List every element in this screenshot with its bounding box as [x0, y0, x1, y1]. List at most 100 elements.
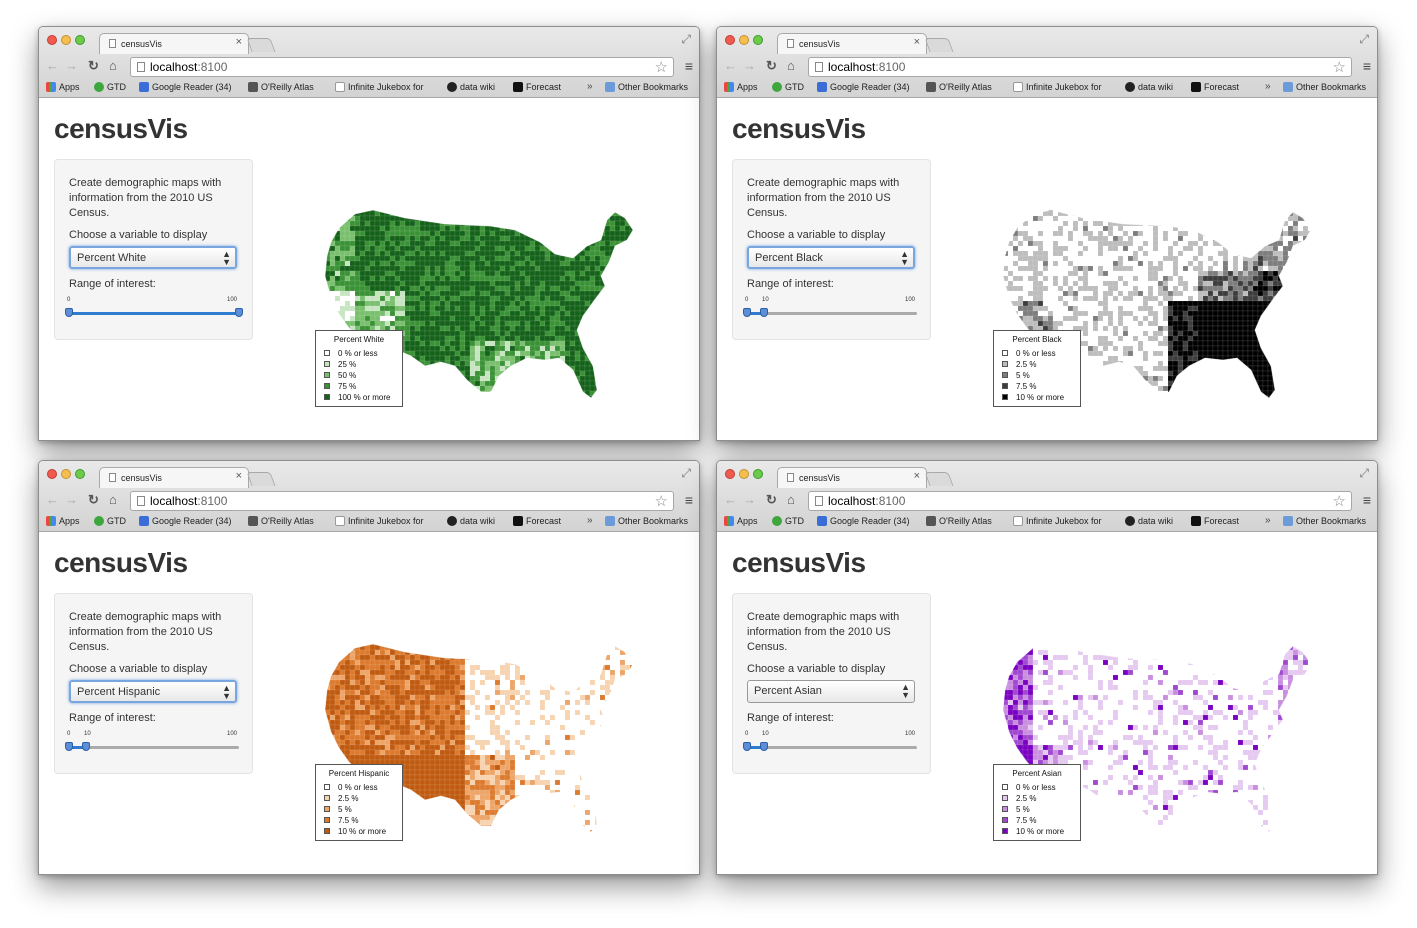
- address-url[interactable]: localhost:8100: [150, 60, 227, 74]
- county-cell: [1318, 336, 1323, 341]
- tab-close-icon[interactable]: ×: [914, 36, 920, 48]
- bookmark-apps[interactable]: Apps: [724, 82, 758, 92]
- range-slider[interactable]: 0 100: [65, 297, 243, 321]
- county-cell: [1057, 250, 1064, 257]
- minimize-window-icon[interactable]: [61, 35, 71, 45]
- bookmarks-overflow-icon[interactable]: »: [1265, 81, 1271, 92]
- browser-tab[interactable]: censusVis ×: [99, 33, 249, 54]
- close-window-icon[interactable]: [725, 35, 735, 45]
- county-cell: [1122, 370, 1129, 377]
- county-cell: [993, 291, 998, 296]
- county-cell: [1167, 290, 1174, 297]
- bookmark-oreilly-atlas[interactable]: O'Reilly Atlas: [248, 82, 314, 92]
- menu-icon[interactable]: ≡: [1363, 58, 1371, 74]
- address-bar[interactable]: localhost:8100 ☆: [808, 57, 1352, 77]
- slider-low-handle[interactable]: [743, 308, 751, 317]
- back-arrow-icon[interactable]: ←: [46, 58, 59, 74]
- forward-arrow-icon[interactable]: →: [65, 58, 78, 74]
- new-tab-button[interactable]: [924, 38, 954, 52]
- minimize-window-icon[interactable]: [739, 35, 749, 45]
- bookmark-forecast[interactable]: Forecast: [513, 82, 561, 92]
- close-window-icon[interactable]: [47, 35, 57, 45]
- back-arrow-icon[interactable]: ←: [724, 58, 737, 74]
- county-cell: [414, 210, 421, 217]
- slider-high-handle[interactable]: [235, 308, 243, 317]
- bookmark-star-icon[interactable]: ☆: [1333, 58, 1346, 76]
- county-cell: [384, 265, 391, 272]
- bookmark-forecast[interactable]: Forecast: [1191, 82, 1239, 92]
- county-cell: [1262, 340, 1269, 347]
- bookmark-gtd[interactable]: GTD: [772, 82, 804, 92]
- bookmark-infinite-jukebox[interactable]: Infinite Jukebox for: [1013, 82, 1102, 92]
- county-cell: [1252, 305, 1259, 312]
- home-icon[interactable]: ⌂: [109, 58, 117, 74]
- reload-icon[interactable]: ↻: [766, 58, 777, 74]
- county-cell: [1147, 210, 1154, 212]
- bookmark-google-reader[interactable]: Google Reader (34): [817, 82, 910, 92]
- county-cell: [594, 350, 601, 357]
- county-cell: [509, 345, 516, 352]
- county-cell: [1072, 310, 1079, 317]
- bookmark-other[interactable]: Other Bookmarks: [605, 82, 688, 92]
- county-cell: [629, 245, 633, 252]
- forward-arrow-icon[interactable]: →: [743, 58, 756, 74]
- browser-tab[interactable]: censusVis ×: [777, 33, 927, 54]
- range-slider[interactable]: 0 10 100: [743, 297, 919, 321]
- county-cell: [524, 310, 531, 317]
- bookmark-google-reader[interactable]: Google Reader (34): [139, 82, 232, 92]
- bookmark-oreilly-atlas[interactable]: O'Reilly Atlas: [926, 82, 992, 92]
- county-cell: [1037, 280, 1044, 287]
- address-bar[interactable]: localhost:8100 ☆: [130, 57, 674, 77]
- slider-high-handle[interactable]: [760, 308, 768, 317]
- county-cell: [993, 261, 998, 266]
- county-cell: [1222, 360, 1229, 367]
- fullscreen-icon[interactable]: ⤢: [681, 32, 691, 47]
- bookmark-other[interactable]: Other Bookmarks: [1283, 82, 1366, 92]
- variable-select[interactable]: Percent Black ▲ ▼: [747, 246, 915, 269]
- county-cell: [1157, 330, 1164, 337]
- new-tab-button[interactable]: [246, 38, 276, 52]
- county-cell: [1003, 235, 1004, 242]
- county-cell: [439, 240, 446, 247]
- county-cell: [474, 290, 481, 297]
- county-cell: [424, 310, 431, 317]
- menu-icon[interactable]: ≡: [685, 58, 693, 74]
- county-cell: [619, 320, 626, 327]
- county-cell: [1027, 245, 1034, 252]
- county-cell: [454, 345, 461, 352]
- county-cell: [1177, 260, 1184, 267]
- county-cell: [419, 300, 426, 307]
- address-url[interactable]: localhost:8100: [828, 60, 905, 74]
- county-cell: [424, 240, 431, 247]
- county-cell: [604, 380, 611, 387]
- county-cell: [1062, 300, 1069, 307]
- county-cell: [629, 390, 633, 397]
- tab-close-icon[interactable]: ×: [236, 36, 242, 48]
- bookmark-gtd[interactable]: GTD: [94, 82, 126, 92]
- bookmarks-overflow-icon[interactable]: »: [587, 81, 593, 92]
- county-cell: [1277, 365, 1284, 372]
- bookmark-apps[interactable]: Apps: [46, 82, 80, 92]
- county-cell: [514, 250, 521, 257]
- county-cell: [339, 215, 346, 222]
- variable-select[interactable]: Percent White ▲ ▼: [69, 246, 237, 269]
- county-cell: [1287, 305, 1294, 312]
- county-cell: [409, 380, 416, 387]
- bookmark-star-icon[interactable]: ☆: [655, 58, 668, 76]
- county-cell: [1162, 245, 1169, 252]
- county-cell: [339, 285, 346, 292]
- county-cell: [325, 220, 326, 227]
- bookmark-data-wiki[interactable]: data wiki: [1125, 82, 1173, 92]
- reload-icon[interactable]: ↻: [88, 58, 99, 74]
- fullscreen-icon[interactable]: ⤢: [1359, 32, 1369, 47]
- county-cell: [524, 220, 531, 227]
- zoom-window-icon[interactable]: [75, 35, 85, 45]
- county-cell: [409, 225, 416, 232]
- county-cell: [1242, 280, 1249, 287]
- bookmark-data-wiki[interactable]: data wiki: [447, 82, 495, 92]
- bookmark-infinite-jukebox[interactable]: Infinite Jukebox for: [335, 82, 424, 92]
- slider-track[interactable]: [747, 312, 917, 315]
- slider-low-handle[interactable]: [65, 308, 73, 317]
- home-icon[interactable]: ⌂: [787, 58, 795, 74]
- zoom-window-icon[interactable]: [753, 35, 763, 45]
